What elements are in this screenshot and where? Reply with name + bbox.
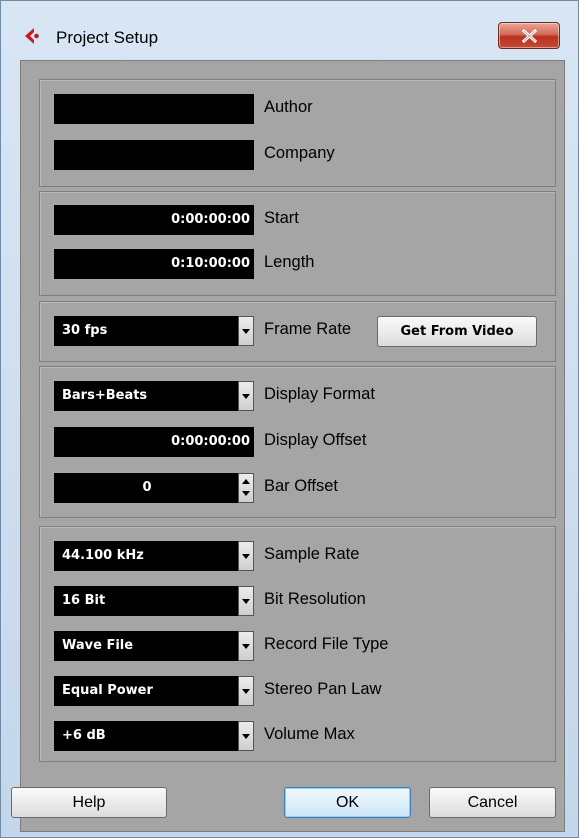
record-file-type-dropdown[interactable]: Wave File (54, 631, 254, 661)
chevron-down-icon[interactable] (238, 631, 254, 661)
dialog-body: Author Company 0:00:00:00 Start 0:10:00:… (11, 60, 565, 832)
chevron-down-icon[interactable] (238, 381, 254, 411)
sample-rate-dropdown[interactable]: 44.100 kHz (54, 541, 254, 571)
help-button[interactable]: Help (11, 787, 167, 818)
sample-rate-value: 44.100 kHz (62, 548, 144, 563)
start-label: Start (264, 209, 299, 227)
bar-offset-label: Bar Offset (264, 477, 338, 495)
project-info-panel: Author Company (39, 79, 556, 187)
bar-offset-stepper[interactable]: 0 (54, 473, 254, 503)
frame-rate-label: Frame Rate (264, 320, 352, 338)
chevron-down-icon[interactable] (238, 586, 254, 616)
record-file-type-label: Record File Type (264, 635, 389, 653)
volume-max-value: +6 dB (62, 728, 106, 743)
chevron-down-icon[interactable] (238, 541, 254, 571)
author-field[interactable] (54, 94, 254, 124)
volume-max-dropdown[interactable]: +6 dB (54, 721, 254, 751)
author-label: Author (264, 98, 313, 116)
get-from-video-button[interactable]: Get From Video (377, 316, 537, 347)
audio-panel: 44.100 kHz Sample Rate 16 Bit Bit Resolu… (39, 526, 556, 762)
project-setup-window: Project Setup Author Company 0:00:00:00 … (0, 0, 579, 838)
chevron-down-icon[interactable] (238, 721, 254, 751)
sample-rate-label: Sample Rate (264, 545, 360, 563)
stereo-pan-law-dropdown[interactable]: Equal Power (54, 676, 254, 706)
length-label: Length (264, 253, 315, 271)
start-field[interactable]: 0:00:00:00 (54, 205, 254, 235)
cancel-button[interactable]: Cancel (429, 787, 556, 818)
title-bar[interactable]: Project Setup (1, 1, 578, 59)
display-offset-field[interactable]: 0:00:00:00 (54, 427, 254, 457)
time-panel: 0:00:00:00 Start 0:10:00:00 Length (39, 191, 556, 296)
volume-max-label: Volume Max (264, 725, 355, 743)
bit-resolution-dropdown[interactable]: 16 Bit (54, 586, 254, 616)
display-format-dropdown[interactable]: Bars+Beats (54, 381, 254, 411)
stereo-pan-law-value: Equal Power (62, 683, 153, 698)
stereo-pan-law-label: Stereo Pan Law (264, 680, 382, 698)
cubase-logo-icon (25, 28, 39, 44)
display-format-label: Display Format (264, 385, 375, 403)
chevron-down-icon[interactable] (238, 676, 254, 706)
display-panel: Bars+Beats Display Format 0:00:00:00 Dis… (39, 366, 556, 518)
display-format-value: Bars+Beats (62, 388, 148, 403)
frame-rate-dropdown[interactable]: 30 fps (54, 316, 254, 346)
chevron-down-icon[interactable] (238, 316, 254, 346)
bit-resolution-value: 16 Bit (62, 593, 106, 608)
display-offset-label: Display Offset (264, 431, 367, 449)
record-file-type-value: Wave File (62, 638, 134, 653)
company-label: Company (264, 144, 335, 162)
close-button[interactable] (498, 22, 560, 49)
spin-arrows-icon[interactable] (238, 473, 254, 503)
length-field[interactable]: 0:10:00:00 (54, 249, 254, 279)
close-x-icon (521, 29, 538, 43)
window-title: Project Setup (56, 28, 159, 47)
bit-resolution-label: Bit Resolution (264, 590, 366, 608)
frame-rate-value: 30 fps (62, 323, 108, 338)
company-field[interactable] (54, 140, 254, 170)
ok-button[interactable]: OK (284, 787, 411, 818)
frame-rate-panel: 30 fps Frame Rate Get From Video (39, 301, 556, 362)
bar-offset-value: 0 (142, 480, 152, 495)
